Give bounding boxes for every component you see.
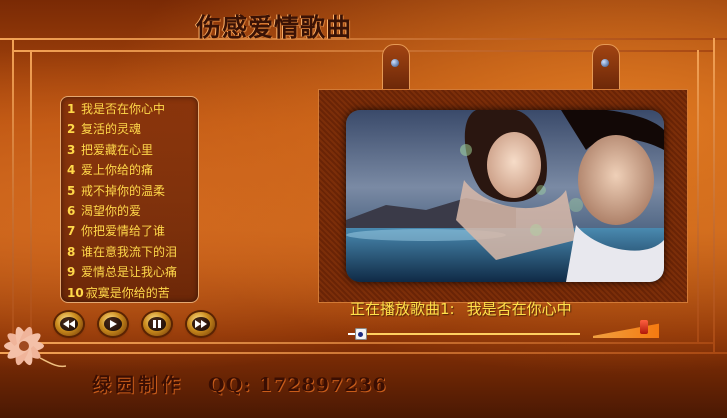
play-icon xyxy=(110,320,117,328)
author-credit: 绿园制作 xyxy=(92,374,185,396)
playlist-item[interactable]: 10 寂寞是你给的苦 xyxy=(67,283,198,303)
fast-forward-button[interactable] xyxy=(187,312,215,336)
playlist-item-title: 把爱藏在心里 xyxy=(81,142,154,157)
frame-line-left-inner xyxy=(30,50,32,342)
volume-knob[interactable] xyxy=(640,320,649,334)
playlist-item[interactable]: 7 你把爱情给了谁 xyxy=(67,221,198,241)
playlist: 1 我是否在你心中 2 复活的灵魂 3 把爱藏在心里 4 爱上你给的痛 5 戒不掉你的温柔 6 渴望你… xyxy=(61,97,198,303)
playlist-item-title: 谁在意我流下的泪 xyxy=(81,244,178,259)
playlist-item-number: 10 xyxy=(67,285,84,300)
playlist-item-number: 4 xyxy=(67,163,76,178)
progress-fill xyxy=(348,333,355,335)
playback-controls xyxy=(55,312,225,338)
playlist-item-title: 你把爱情给了谁 xyxy=(81,224,166,239)
playlist-item-title: 渴望你的爱 xyxy=(81,203,142,218)
frame-line-left xyxy=(12,38,14,352)
playlist-item[interactable]: 2 复活的灵魂 xyxy=(67,119,198,139)
playlist-item-title: 爱上你给的痛 xyxy=(81,163,154,178)
playlist-item-title: 我是否在你心中 xyxy=(81,102,166,116)
playlist-item-title: 戒不掉你的温柔 xyxy=(81,183,166,198)
qq-contact: QQ: 172897236 xyxy=(208,374,387,396)
playlist-item-number: 5 xyxy=(67,183,76,198)
playlist-item[interactable]: 3 把爱藏在心里 xyxy=(67,140,198,160)
playlist-item[interactable]: 9 爱情总是让我心痛 xyxy=(67,262,198,282)
playlist-item-title: 复活的灵魂 xyxy=(81,122,142,137)
flower-icon xyxy=(4,326,66,368)
playlist-item[interactable]: 8 谁在意我流下的泪 xyxy=(67,242,198,262)
couple-photo xyxy=(346,110,664,282)
volume-wedge xyxy=(593,323,659,338)
progress-track xyxy=(348,333,580,335)
now-playing-label: 正在播放歌曲1: xyxy=(350,300,455,318)
playlist-item-number: 1 xyxy=(67,102,76,116)
playlist-item-number: 8 xyxy=(67,244,76,259)
playlist-item-number: 6 xyxy=(67,203,76,218)
progress-slider[interactable] xyxy=(348,328,580,340)
frame-line-top xyxy=(0,38,727,40)
pause-button[interactable] xyxy=(143,312,171,336)
playlist-panel: 1 我是否在你心中 2 复活的灵魂 3 把爱藏在心里 4 爱上你给的痛 5 戒不掉你的温柔 6 渴望你… xyxy=(60,96,199,303)
now-playing-song: 我是否在你心中 xyxy=(466,300,572,318)
play-button[interactable] xyxy=(99,312,127,336)
playlist-item[interactable]: 6 渴望你的爱 xyxy=(67,201,198,221)
pin-icon xyxy=(391,59,399,67)
now-playing-text: 正在播放歌曲1: 我是否在你心中 xyxy=(350,299,572,319)
couple-photo-image xyxy=(346,110,664,282)
playlist-item-title: 寂寞是你给的苦 xyxy=(85,285,170,300)
pin-icon xyxy=(601,59,609,67)
progress-thumb[interactable] xyxy=(354,328,367,340)
frame-line-right-inner xyxy=(697,50,699,342)
photo-frame xyxy=(318,89,688,303)
footer-credit: 绿园制作 QQ: 172897236 xyxy=(92,370,387,396)
fast-forward-icon xyxy=(195,320,207,328)
playlist-item[interactable]: 4 爱上你给的痛 xyxy=(67,160,198,180)
playlist-item-title: 爱情总是让我心痛 xyxy=(81,265,178,280)
playlist-item-number: 9 xyxy=(67,265,76,280)
volume-slider[interactable] xyxy=(593,320,659,338)
playlist-item-number: 3 xyxy=(67,142,76,157)
playlist-item[interactable]: 1 我是否在你心中 xyxy=(67,99,198,119)
frame-line-bottom xyxy=(0,352,727,354)
playlist-item[interactable]: 5 戒不掉你的温柔 xyxy=(67,181,198,201)
playlist-item-number: 7 xyxy=(67,224,76,239)
app-title: 伤感爱情歌曲 xyxy=(196,13,353,42)
frame-line-bottom-inner xyxy=(12,342,715,344)
playlist-item-number: 2 xyxy=(67,122,76,137)
frame-line-right xyxy=(713,38,715,352)
pause-icon xyxy=(153,320,161,328)
